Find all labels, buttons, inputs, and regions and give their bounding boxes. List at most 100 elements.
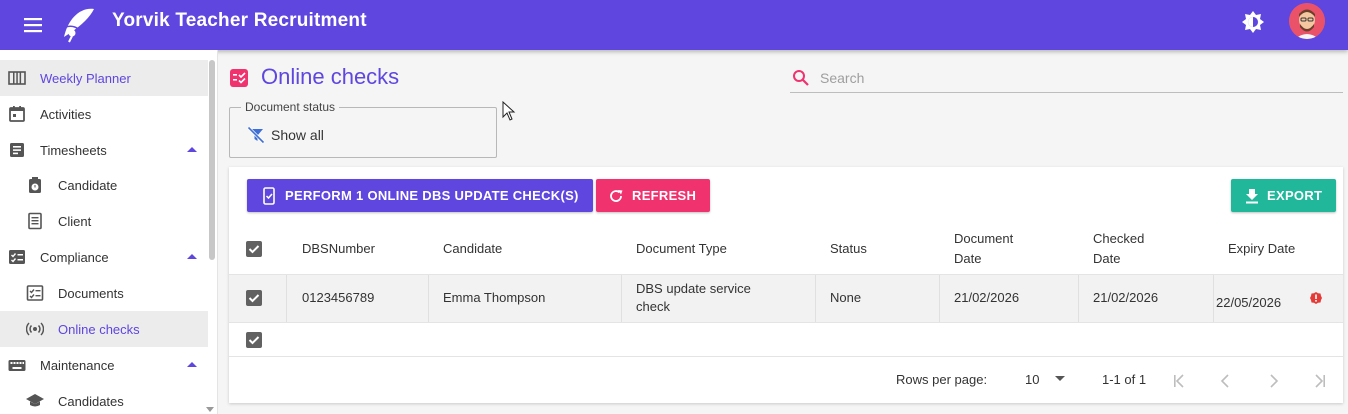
collapse-caret-icon[interactable] <box>187 362 197 367</box>
phone-check-icon <box>263 186 275 205</box>
rows-per-page-select[interactable]: 10 <box>1019 368 1069 390</box>
avatar-face-icon <box>1289 3 1325 39</box>
app-bar: Yorvik Teacher Recruitment <box>0 0 1348 50</box>
next-page-icon[interactable] <box>1264 372 1282 390</box>
sidebar-item-label: Candidates <box>58 394 124 409</box>
search-field <box>790 64 1343 93</box>
online-checks-table-card: PERFORM 1 ONLINE DBS UPDATE CHECK(S) REF… <box>229 167 1343 403</box>
pagination-range: 1-1 of 1 <box>1102 372 1147 387</box>
check-icon <box>248 294 260 303</box>
sidebar-item-weekly-planner[interactable]: Weekly Planner <box>0 60 208 96</box>
row-divider <box>229 322 1343 323</box>
column-header-line: Date <box>1093 251 1121 266</box>
table-row[interactable] <box>229 275 1343 322</box>
column-divider <box>1213 275 1214 322</box>
refresh-icon <box>610 189 623 202</box>
perform-dbs-check-button[interactable]: PERFORM 1 ONLINE DBS UPDATE CHECK(S) <box>247 179 593 212</box>
footer-checkbox[interactable] <box>246 332 262 348</box>
document-status-select[interactable]: Document status Show all <box>229 100 497 158</box>
column-divider <box>815 275 816 322</box>
search-icon <box>793 70 809 86</box>
calendar-icon <box>9 106 25 122</box>
column-header-status[interactable]: Status <box>830 239 867 259</box>
sidebar-scrollbar[interactable] <box>209 60 215 260</box>
rows-per-page-label: Rows per page: <box>896 372 988 387</box>
column-divider <box>428 275 429 322</box>
sidebar-item-label: Candidate <box>58 178 118 193</box>
column-header-line: Checked <box>1093 231 1145 246</box>
sidebar-item-label: Compliance <box>40 250 109 265</box>
sidebar-item-label: Maintenance <box>40 358 115 373</box>
page-title: Online checks <box>261 64 400 89</box>
collapse-caret-icon[interactable] <box>187 147 197 152</box>
cell-document-type: DBS update service check <box>636 280 751 316</box>
export-label: EXPORT <box>1267 188 1323 203</box>
keyboard-icon <box>8 360 26 371</box>
broadcast-icon <box>26 322 44 336</box>
document-status-label: Document status <box>241 100 340 114</box>
brightness-icon[interactable] <box>1240 9 1266 35</box>
download-icon <box>1246 188 1258 203</box>
last-page-icon[interactable] <box>1311 372 1329 390</box>
column-header-document-type[interactable]: Document Type <box>636 239 727 259</box>
document-status-value: Show all <box>271 127 324 143</box>
collapse-caret-icon[interactable] <box>187 254 197 259</box>
export-button[interactable]: EXPORT <box>1231 179 1336 212</box>
sidebar-item-activities[interactable]: Activities <box>0 96 208 132</box>
first-page-icon[interactable] <box>1170 372 1188 390</box>
filter-off-icon <box>247 126 265 144</box>
sidebar-item-documents[interactable]: Documents <box>0 275 208 311</box>
sidebar-item-candidates[interactable]: Candidates <box>0 383 208 414</box>
rows-per-page-value: 10 <box>1025 372 1040 387</box>
column-divider <box>1078 275 1079 322</box>
document-check-icon <box>26 285 44 301</box>
column-header-candidate[interactable]: Candidate <box>443 239 502 259</box>
column-header-dbs-number[interactable]: DBSNumber <box>302 239 375 259</box>
column-header-expiry-date[interactable]: Expiry Date <box>1228 239 1295 259</box>
sidebar-item-maintenance[interactable]: Maintenance <box>0 347 208 383</box>
row-divider <box>229 356 1343 357</box>
sidebar-item-label: Timesheets <box>40 143 107 158</box>
search-input[interactable] <box>818 68 1318 88</box>
sidebar: Weekly Planner Activities Timesheets Can… <box>0 50 218 414</box>
column-divider <box>939 275 940 322</box>
cell-dbs-number: 0123456789 <box>302 290 375 305</box>
hamburger-menu-icon[interactable] <box>22 14 44 36</box>
sidebar-item-online-checks[interactable]: Online checks <box>0 311 208 347</box>
column-header-document-date[interactable]: Document Date <box>954 229 1013 269</box>
sidebar-item-candidate[interactable]: Candidate <box>0 167 208 203</box>
cell-checked-date: 21/02/2026 <box>1093 290 1159 305</box>
sidebar-item-label: Client <box>58 214 92 229</box>
error-badge-icon <box>1310 292 1322 304</box>
stopwatch-icon <box>29 177 41 193</box>
cell-expiry-date: 22/05/2026 <box>1216 295 1282 310</box>
timesheet-icon <box>10 143 24 157</box>
cell-line: DBS update service <box>636 281 751 296</box>
select-all-checkbox[interactable] <box>246 241 262 257</box>
column-divider <box>286 275 287 322</box>
column-divider <box>621 275 622 322</box>
sidebar-item-client[interactable]: Client <box>0 203 208 239</box>
sidebar-item-label: Online checks <box>58 322 140 337</box>
check-icon <box>248 245 260 254</box>
column-header-line: Document <box>954 231 1014 246</box>
refresh-button[interactable]: REFRESH <box>596 179 710 212</box>
refresh-label: REFRESH <box>632 188 697 203</box>
row-checkbox[interactable] <box>246 290 262 306</box>
view-week-icon <box>8 71 26 85</box>
sidebar-item-compliance[interactable]: Compliance <box>0 239 208 275</box>
cell-document-date: 21/02/2026 <box>954 290 1020 305</box>
previous-page-icon[interactable] <box>1217 372 1235 390</box>
perform-dbs-check-label: PERFORM 1 ONLINE DBS UPDATE CHECK(S) <box>285 188 579 203</box>
chevron-down-icon <box>1055 376 1065 381</box>
app-title: Yorvik Teacher Recruitment <box>112 10 367 31</box>
check-icon <box>248 336 260 345</box>
column-header-checked-date[interactable]: Checked Date <box>1093 229 1144 269</box>
cell-status: None <box>830 290 862 305</box>
sidebar-item-label: Weekly Planner <box>40 71 131 86</box>
sidebar-item-timesheets[interactable]: Timesheets <box>0 132 208 168</box>
receipt-icon <box>28 212 42 230</box>
sidebar-item-label: Documents <box>58 286 124 301</box>
mouse-pointer-icon <box>502 101 516 121</box>
user-avatar[interactable] <box>1289 3 1325 39</box>
